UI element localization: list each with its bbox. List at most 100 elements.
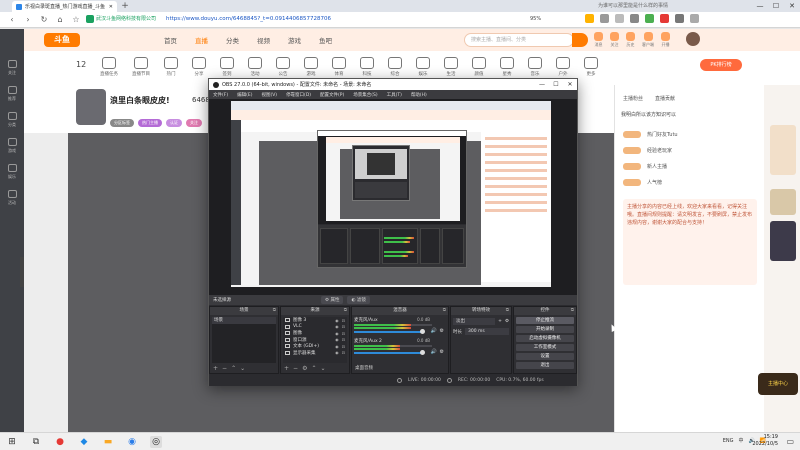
filters-button[interactable]: ◐ 滤镜 — [347, 296, 370, 304]
obs-taskbar-icon[interactable]: ◎ — [150, 436, 162, 448]
follow-button[interactable]: 关注 — [610, 32, 619, 48]
new-tab-button[interactable]: + — [120, 1, 130, 11]
history-button[interactable]: 历史 — [626, 32, 635, 48]
category-item[interactable]: 音乐 — [528, 57, 542, 77]
close-icon[interactable]: ✕ — [109, 4, 113, 10]
back-icon[interactable]: ‹ — [6, 14, 18, 26]
volume-slider-handle[interactable] — [420, 329, 426, 334]
volume-slider[interactable] — [354, 352, 424, 354]
app-red-icon[interactable]: ● — [54, 436, 66, 448]
room-tag[interactable]: 关注 — [186, 119, 202, 127]
remove-icon[interactable]: − — [293, 365, 298, 372]
browser-tab[interactable]: 乐视白录斑直播_热门游戏直播_斗鱼 ✕ — [12, 1, 117, 12]
duration-input[interactable]: 300 ms — [465, 328, 509, 335]
scene-item[interactable]: 场景 — [212, 317, 276, 324]
rail-item-follow[interactable]: 关注 — [0, 55, 24, 81]
up-icon[interactable]: ⌃ — [231, 365, 236, 372]
down-icon[interactable]: ⌄ — [240, 365, 245, 372]
adblock-icon[interactable] — [660, 14, 669, 23]
stop-streaming-button[interactable]: 停止推流 — [516, 317, 574, 324]
add-icon[interactable]: + — [498, 319, 502, 324]
speaker-icon[interactable]: 🔊 — [431, 328, 437, 334]
category-item[interactable]: 直播任务 — [100, 57, 118, 77]
client-button[interactable]: 客户端 — [642, 32, 654, 48]
minimize-button[interactable]: — — [752, 2, 768, 10]
nav-video[interactable]: 视频 — [257, 35, 270, 45]
visibility-eye-icon[interactable]: ◉ — [335, 337, 339, 342]
lock-icon[interactable]: ⊡ — [342, 350, 345, 355]
volume-slider[interactable] — [354, 331, 424, 333]
zoom-level[interactable]: 95% — [530, 15, 541, 24]
rail-item-ent[interactable]: 娱乐 — [0, 159, 24, 185]
category-item[interactable]: 体育 — [332, 57, 346, 77]
site-identity[interactable]: 武汉斗鱼网络科技有限公司 — [96, 15, 156, 24]
nav-live[interactable]: 直播 — [195, 35, 208, 45]
tray-ime[interactable]: 中 — [739, 437, 744, 444]
settings-button[interactable]: 设置 — [516, 353, 574, 360]
streamer-avatar[interactable] — [76, 89, 106, 125]
task-view-icon[interactable]: ⧉ — [30, 436, 42, 448]
category-item[interactable]: 星秀 — [500, 57, 514, 77]
rank-button[interactable]: PK排行榜 — [700, 59, 742, 71]
lock-icon[interactable]: ⊡ — [342, 331, 345, 336]
category-item[interactable]: 活动 — [248, 57, 262, 77]
bookmark-icon[interactable] — [585, 14, 594, 23]
speaker-icon[interactable]: 🔊 — [431, 349, 437, 355]
obs-minimize-button[interactable]: — — [535, 81, 549, 88]
visibility-eye-icon[interactable]: ◉ — [335, 318, 339, 323]
message-button[interactable]: 消息 — [594, 32, 603, 48]
taskbar-clock[interactable]: 15:19 2022/10/5 — [752, 434, 778, 448]
secure-lock-icon[interactable] — [86, 15, 94, 23]
room-tag[interactable]: 热门主播 — [138, 119, 162, 127]
broadcast-button[interactable]: 开播 — [661, 32, 670, 48]
category-item[interactable]: 热门 — [164, 57, 178, 77]
room-tag[interactable]: 认证 — [166, 119, 182, 127]
corner-badge[interactable]: 主播中心 — [758, 373, 798, 395]
category-item[interactable]: 分享 — [192, 57, 206, 77]
category-item[interactable]: 直播节目 — [132, 57, 150, 77]
tab-fans[interactable]: 主播粉丝 — [623, 95, 643, 102]
obs-preview[interactable] — [209, 99, 577, 295]
visibility-eye-icon[interactable]: ◉ — [335, 331, 339, 336]
close-window-button[interactable]: ✕ — [784, 2, 800, 10]
gear-icon[interactable]: ⚙ — [440, 328, 444, 334]
dock-settings-icon[interactable]: ⧉ — [571, 307, 574, 315]
menu-view[interactable]: 视图(V) — [261, 92, 277, 98]
lock-icon[interactable]: ⊡ — [342, 318, 345, 323]
menu-help[interactable]: 帮助(H) — [411, 92, 427, 98]
category-item[interactable]: 综合 — [388, 57, 402, 77]
obs-maximize-button[interactable]: ☐ — [549, 81, 563, 88]
category-item[interactable]: 公告 — [276, 57, 290, 77]
visibility-eye-icon[interactable]: ◉ — [335, 324, 339, 329]
rail-item-game[interactable]: 游戏 — [0, 133, 24, 159]
category-item[interactable]: 游戏 — [304, 57, 318, 77]
gear-icon[interactable]: ⚙ — [505, 319, 509, 324]
tray-language[interactable]: ENG — [723, 438, 734, 444]
extension-icon[interactable] — [645, 14, 654, 23]
category-item[interactable]: 签到 — [220, 57, 234, 77]
menu-file[interactable]: 文件(F) — [213, 92, 228, 98]
user-avatar[interactable] — [686, 32, 700, 46]
app-blue-icon[interactable]: ◆ — [78, 436, 90, 448]
source-item[interactable]: 显示器采集 ◉ ⊡ — [283, 350, 347, 357]
browser-taskbar-icon[interactable]: ◉ — [126, 436, 138, 448]
rank-row[interactable]: 经验老玩家 — [623, 145, 672, 155]
category-item[interactable]: 娱乐 — [416, 57, 430, 77]
menu-icon[interactable] — [690, 14, 699, 23]
nav-fishbar[interactable]: 鱼吧 — [319, 35, 332, 45]
reload-icon[interactable]: ↻ — [38, 14, 50, 26]
start-recording-button[interactable]: 开始录制 — [516, 326, 574, 333]
up-icon[interactable]: ⌃ — [311, 365, 316, 372]
visibility-eye-icon[interactable]: ◉ — [335, 350, 339, 355]
site-search-input[interactable]: 搜索主播、直播间、分类 — [464, 33, 574, 47]
nav-category[interactable]: 分类 — [226, 35, 239, 45]
home-icon[interactable]: ⌂ — [54, 14, 66, 26]
dock-settings-icon[interactable]: ⧉ — [344, 307, 347, 315]
promo-banner[interactable] — [770, 221, 796, 261]
rank-row[interactable]: 热门好友Tutu — [623, 129, 678, 139]
download-icon[interactable] — [675, 14, 684, 23]
menu-scene-collection[interactable]: 场景集合(S) — [353, 92, 377, 98]
rail-item-recommend[interactable]: 推荐 — [0, 81, 24, 107]
promo-banner[interactable] — [770, 125, 796, 175]
promo-banner[interactable] — [770, 189, 796, 215]
